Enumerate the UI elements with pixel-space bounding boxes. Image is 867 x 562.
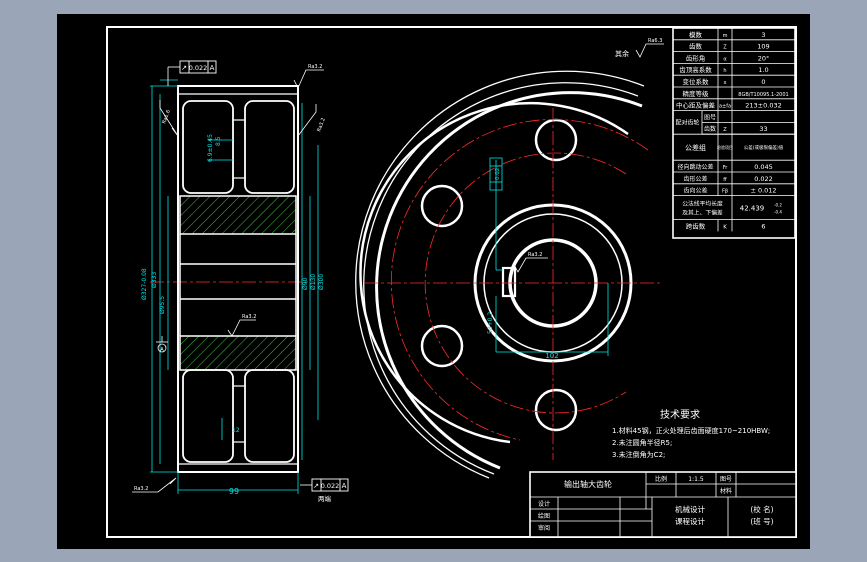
dim-side-3: 12 (232, 427, 240, 434)
normal-length-label: 公法线平均长度 (682, 200, 723, 208)
svg-text:Ra3.2: Ra3.2 (134, 486, 148, 492)
tech-req-item-3: 3.未注倒角为C2; (612, 450, 665, 459)
table-row-value: 1.0 (758, 66, 768, 74)
svg-text:A: A (342, 482, 347, 490)
table-row-label: 中心距及偏差 (676, 101, 716, 110)
svg-text:(校 名): (校 名) (750, 504, 773, 514)
table-row-symbol: x (724, 80, 727, 86)
table-row-value: 213±0.032 (745, 102, 781, 110)
dim-left-hub: Ø95.5 (159, 296, 166, 314)
table-row-label: 径向跳动公差 (677, 163, 713, 171)
svg-text:绘图: 绘图 (538, 512, 550, 520)
cad-drawing-canvas[interactable]: 99 Ø327-0.08 Ø333 Ø95.5 Ø90 Ø130 Ø300 6.… (0, 0, 867, 562)
table-row-symbol: Z (723, 45, 727, 51)
tolerance-group-label: 公差组 (685, 143, 706, 152)
svg-text:审阅: 审阅 (538, 524, 550, 532)
svg-text:A: A (160, 347, 164, 353)
svg-text:0.022: 0.022 (189, 64, 208, 72)
svg-text:比例: 比例 (655, 475, 667, 483)
table-row-label: 齿数 (689, 42, 703, 51)
table-row-label: 精度等级 (683, 89, 710, 98)
tolerance-group-value: 公差(或极限偏差)值 (744, 144, 784, 151)
dim-right-3: Ø300 (318, 274, 325, 290)
table-row-value: 0.022 (754, 175, 773, 183)
table-row-value: 0 (761, 78, 765, 86)
table-row-symbol: Fβ (722, 189, 728, 195)
lower-hub-hatch (179, 335, 297, 371)
svg-text:机械设计: 机械设计 (675, 504, 705, 514)
svg-text:Ra6.3: Ra6.3 (648, 38, 662, 44)
dim-left-outer: Ø327-0.08 (141, 268, 148, 300)
svg-text:0.022: 0.022 (321, 482, 340, 490)
both-sides-note: 两端 (318, 494, 332, 503)
table-row-value: 3 (761, 31, 765, 39)
svg-text:A: A (210, 64, 215, 72)
table-row-label: 齿数 (704, 125, 716, 133)
tech-req-title: 技术要求 (660, 408, 700, 421)
table-row-label: 图号 (704, 114, 716, 121)
svg-text:设计: 设计 (538, 500, 550, 508)
table-row-value: ± 0.012 (750, 187, 776, 195)
rest-roughness-label: 其余 (615, 49, 629, 58)
front-dim-bore: 58+0.2 (487, 312, 494, 334)
table-row-label: 齿形公差 (683, 175, 707, 183)
normal-length-dev: -0.4 (774, 210, 782, 215)
normal-length-dev: -0.2 (774, 203, 782, 208)
svg-text:课程设计: 课程设计 (675, 516, 705, 526)
table-row-value: 6 (761, 222, 765, 230)
table-row-value: 8GB/T10095.1-2001 (738, 92, 788, 98)
table-row-symbol: h (723, 68, 726, 74)
table-row-symbol: Z (723, 127, 727, 133)
tech-req-item-2: 2.未注圆角半径R5; (612, 438, 672, 447)
title-block: 输出轴大齿轮 比例 1:1.5 图号 材料 设计 绘图 审阅 机械设计 课程设计… (529, 471, 797, 538)
upper-hub-hatch (179, 195, 297, 235)
dim-side-2: 8.5 (215, 136, 222, 146)
table-row-value: 109 (757, 43, 769, 51)
tech-req-item-1: 1.材料45钢，正火处理后齿面硬度170~210HBW; (612, 426, 770, 435)
table-row-label: 齿向公差 (683, 187, 707, 195)
title-part-name: 输出轴大齿轮 (564, 479, 612, 489)
front-dim-bottom: 102 (545, 352, 558, 360)
svg-text:↗: ↗ (313, 482, 319, 490)
table-row-value: 0.045 (754, 163, 773, 171)
normal-length-label: 及其上、下偏差 (682, 209, 723, 217)
table-row-symbol: a±fa (719, 104, 731, 110)
table-row-label: 跨齿数 (686, 221, 706, 230)
normal-length-value: 42.439 (740, 205, 765, 213)
svg-text:Ra3.2: Ra3.2 (528, 252, 542, 258)
svg-text:图号: 图号 (720, 476, 732, 483)
dim-right-1: Ø90 (302, 277, 309, 290)
dim-left-pitch: Ø333 (151, 272, 158, 288)
dim-side-1: 6.9±0.45 (207, 134, 214, 162)
table-row-value: 33 (759, 125, 767, 133)
table-row-value: 20° (758, 54, 770, 62)
dim-right-2: Ø130 (310, 274, 317, 290)
dim-width: 99 (229, 487, 239, 496)
svg-text:Ra3.2: Ra3.2 (308, 64, 322, 70)
parameter-table: 模数 m 3齿数 Z 109齿形角 α 20°齿顶高系数 h 1.0变位系数 x 0精度等级 8GB/… (672, 27, 796, 239)
tolerance-group-col: 检验项目 (717, 144, 733, 150)
svg-text:↗: ↗ (181, 64, 187, 72)
table-row-symbol: K (723, 224, 727, 230)
svg-text:(班 号): (班 号) (750, 516, 773, 526)
svg-text:1:1.5: 1:1.5 (688, 476, 704, 483)
svg-text:材料: 材料 (720, 487, 732, 495)
mating-gear-label: 配对齿轮 (675, 118, 699, 126)
table-row-label: 变位系数 (683, 77, 710, 86)
table-row-symbol: ff (723, 177, 727, 183)
svg-text:0.02: 0.02 (495, 168, 501, 180)
table-row-symbol: m (723, 33, 728, 39)
table-row-label: 齿形角 (686, 53, 706, 62)
table-row-label: 齿顶高系数 (679, 65, 712, 74)
table-row-label: 模数 (689, 30, 703, 39)
svg-text:Ra3.2: Ra3.2 (242, 314, 256, 320)
